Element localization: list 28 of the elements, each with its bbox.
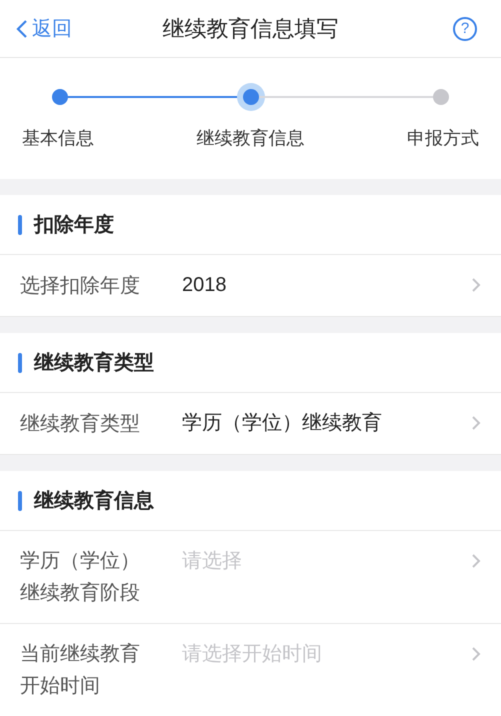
section-marker: [18, 352, 22, 372]
page-title: 继续教育信息填写: [162, 15, 338, 43]
section-title: 继续教育类型: [34, 350, 154, 376]
step-label: 基本信息: [22, 127, 94, 150]
section-title: 扣除年度: [34, 212, 114, 238]
chevron-right-icon: [471, 277, 481, 293]
form-row[interactable]: 选择扣除年度 2018: [0, 255, 501, 317]
chevron-right-icon: [471, 553, 481, 569]
field-label: 选择扣除年度: [20, 274, 141, 298]
help-button[interactable]: ?: [453, 16, 477, 40]
back-button[interactable]: 返回: [16, 14, 106, 44]
form-row[interactable]: 学历（学位）继续教育阶段 请选择: [0, 531, 501, 624]
field-value: 2018: [182, 273, 228, 298]
field-value: 学历（学位）继续教育: [182, 411, 383, 436]
step-label: 继续教育信息: [196, 127, 304, 150]
section-marker: [18, 214, 22, 234]
field-placeholder: 请选择开始时间: [182, 642, 323, 667]
field-label: 继续教育类型: [20, 412, 141, 436]
chevron-right-icon: [471, 646, 481, 662]
step-label: 申报方式: [407, 127, 479, 150]
chevron-right-icon: [471, 415, 481, 431]
form-row[interactable]: 继续教育类型 学历（学位）继续教育: [0, 393, 501, 455]
field-placeholder: 请选择: [182, 549, 243, 574]
form-row[interactable]: 当前继续教育开始时间 请选择开始时间: [0, 624, 501, 716]
section-title: 继续教育信息: [34, 488, 154, 514]
field-label: 当前继续教育开始时间: [20, 642, 141, 699]
section-marker: [18, 490, 22, 510]
field-label: 学历（学位）继续教育阶段: [20, 549, 141, 606]
